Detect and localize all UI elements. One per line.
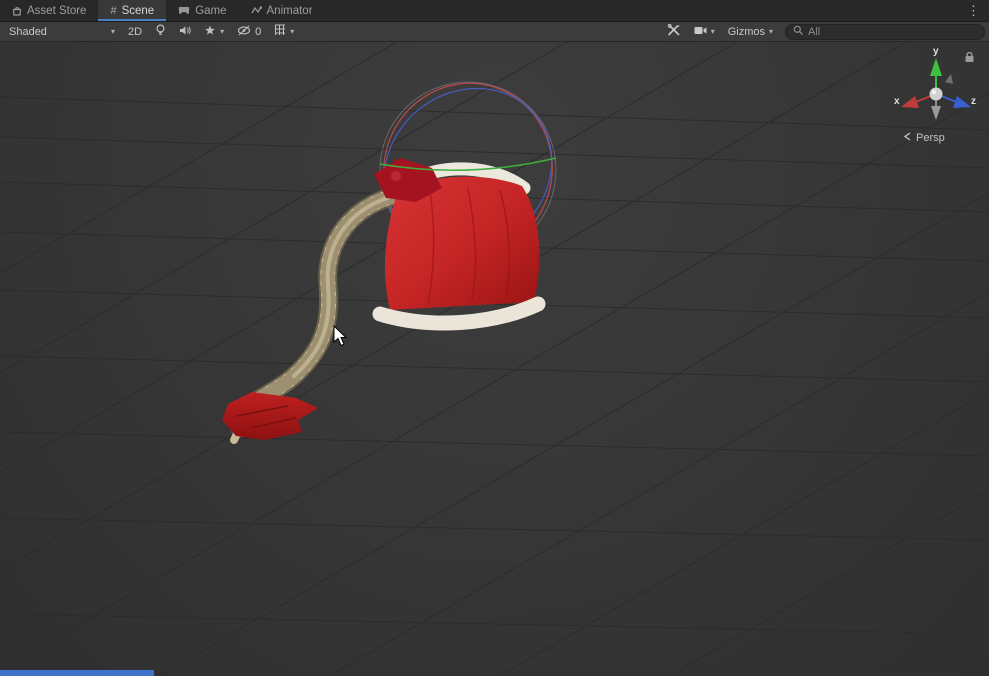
axis-y-label[interactable]: y <box>933 46 939 57</box>
draw-mode-label: Shaded <box>9 26 47 38</box>
tab-scene[interactable]: # Scene <box>98 0 166 21</box>
tab-label: Scene <box>122 5 155 17</box>
animator-icon <box>251 6 262 15</box>
tab-label: Animator <box>267 5 313 17</box>
gizmos-dropdown[interactable]: Gizmos ▾ <box>723 24 778 40</box>
effects-dropdown-button[interactable]: ▾ <box>199 24 229 40</box>
chevron-down-icon: ▾ <box>111 28 115 36</box>
chevron-down-icon: ▾ <box>220 28 224 36</box>
editor-tab-bar: Asset Store # Scene Game Animator ⋮ <box>0 0 989 22</box>
tab-animator[interactable]: Animator <box>239 0 325 21</box>
draw-mode-dropdown[interactable]: Shaded ▾ <box>4 24 120 40</box>
projection-label: Persp <box>916 132 945 144</box>
chevron-down-icon: ▾ <box>769 28 773 36</box>
tab-label: Game <box>195 5 226 17</box>
toolbar-right-group: ▾ Gizmos ▾ <box>662 24 985 40</box>
scene-icon: # <box>110 5 116 17</box>
scene-content <box>0 42 989 676</box>
scene-audio-button[interactable] <box>174 24 196 40</box>
more-options-icon[interactable]: ⋮ <box>958 0 989 21</box>
tab-game[interactable]: Game <box>166 0 238 21</box>
component-tools-button[interactable] <box>662 24 686 40</box>
asset-store-icon <box>12 6 22 16</box>
toggle-2d-button[interactable]: 2D <box>123 24 147 40</box>
chevron-down-icon: ▾ <box>711 28 715 36</box>
tools-icon <box>667 24 681 39</box>
eye-hidden-icon <box>237 25 251 39</box>
camera-settings-dropdown[interactable]: ▾ <box>689 24 720 40</box>
lightbulb-icon <box>155 24 166 39</box>
speaker-icon <box>179 25 191 39</box>
tab-asset-store[interactable]: Asset Store <box>0 0 98 21</box>
game-icon <box>178 6 190 15</box>
effects-icon <box>204 25 216 39</box>
search-input[interactable] <box>808 26 977 38</box>
mouse-cursor <box>334 326 346 346</box>
grid-icon <box>274 24 286 39</box>
horizontal-scrollbar[interactable] <box>0 670 154 676</box>
projection-toggle[interactable]: Persp <box>903 132 945 144</box>
santa-hat-model <box>374 158 539 323</box>
scene-search-field[interactable] <box>785 24 985 40</box>
persp-icon <box>903 132 912 144</box>
cloth-model <box>222 392 318 440</box>
hidden-objects-button[interactable]: 0 <box>232 24 266 40</box>
scene-lighting-button[interactable] <box>150 24 171 40</box>
search-icon <box>793 25 804 39</box>
lock-icon[interactable] <box>964 50 975 68</box>
axis-z-label[interactable]: z <box>971 96 976 107</box>
tab-label: Asset Store <box>27 5 86 17</box>
toggle-2d-label: 2D <box>128 26 142 38</box>
gizmos-label: Gizmos <box>728 26 765 38</box>
camera-icon <box>694 26 707 38</box>
chevron-down-icon: ▾ <box>290 28 294 36</box>
scene-viewport[interactable]: y x z Persp <box>0 42 989 676</box>
grid-visibility-dropdown[interactable]: ▾ <box>269 24 299 40</box>
hidden-count-label: 0 <box>255 26 261 38</box>
scene-view-toolbar: Shaded ▾ 2D ▾ 0 ▾ <box>0 22 989 42</box>
axis-x-label[interactable]: x <box>894 96 900 107</box>
